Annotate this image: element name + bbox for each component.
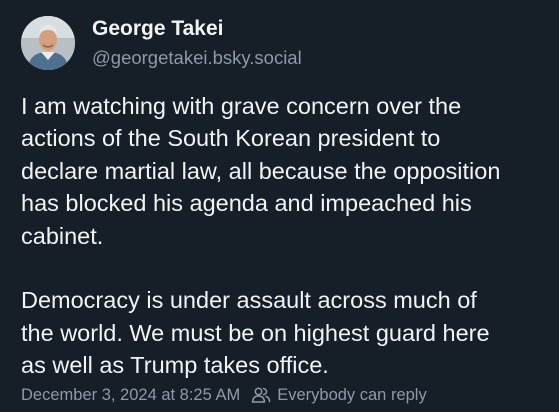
post-line: the world. We must be on highest guard h… bbox=[21, 319, 490, 346]
post-line: cabinet. bbox=[21, 222, 104, 249]
author-handle[interactable]: @georgetakei.bsky.social bbox=[92, 46, 302, 70]
post-card: George Takei @georgetakei.bsky.social I … bbox=[0, 0, 559, 412]
post-line: Democracy is under assault across much o… bbox=[21, 287, 477, 314]
post-meta: December 3, 2024 at 8:25 AM Everybody ca… bbox=[21, 383, 427, 407]
reply-setting-label: Everybody can reply bbox=[277, 385, 427, 404]
post-timestamp[interactable]: December 3, 2024 at 8:25 AM bbox=[21, 386, 240, 405]
people-icon bbox=[251, 387, 271, 403]
reply-setting[interactable]: Everybody can reply bbox=[251, 385, 427, 405]
post-line: declare martial law, all because the opp… bbox=[21, 157, 501, 184]
author-display-name[interactable]: George Takei bbox=[92, 15, 224, 43]
post-line: has blocked his agenda and impeached his bbox=[21, 190, 472, 217]
author-avatar[interactable] bbox=[21, 16, 75, 70]
post-line: actions of the South Korean president to bbox=[21, 125, 441, 152]
post-body: I am watching with grave concern over th… bbox=[21, 90, 551, 382]
post-line: as well as Trump takes office. bbox=[21, 352, 329, 379]
profile-photo-icon bbox=[21, 16, 75, 70]
post-line: I am watching with grave concern over th… bbox=[21, 93, 462, 119]
